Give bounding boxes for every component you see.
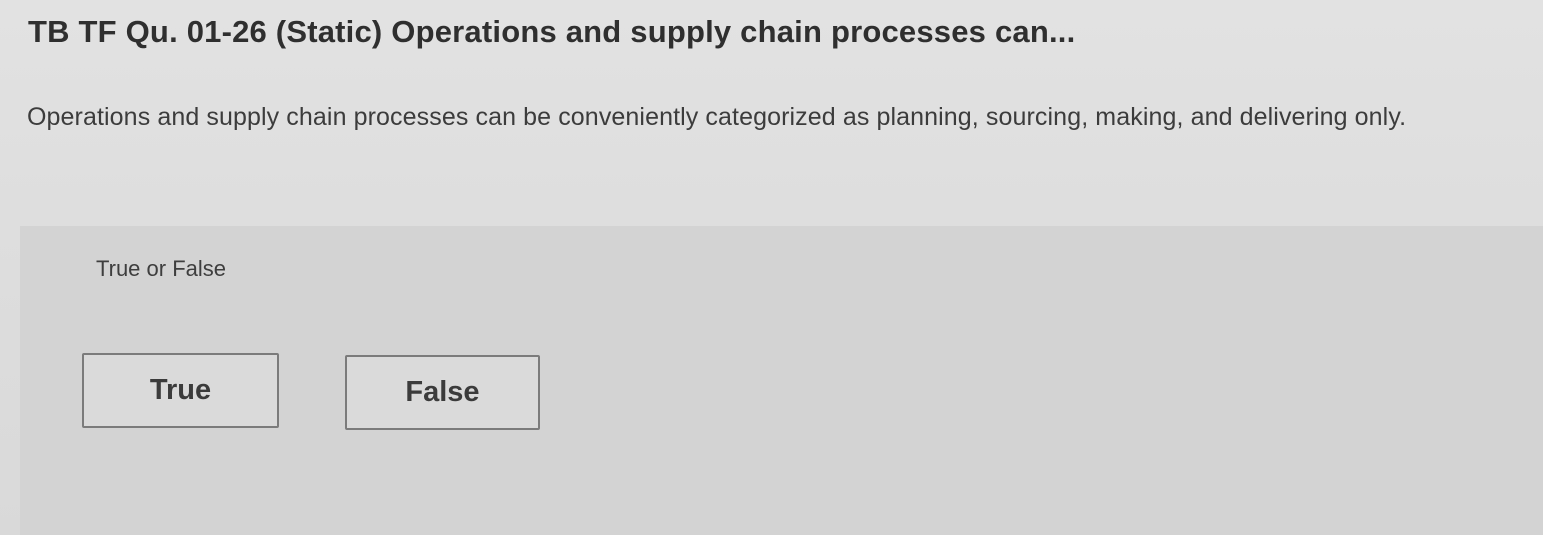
question-text: Operations and supply chain processes ca… bbox=[27, 103, 1407, 131]
answer-panel: True or False True False bbox=[20, 226, 1543, 535]
false-button[interactable]: False bbox=[345, 355, 540, 430]
answer-type-label: True or False bbox=[96, 256, 227, 281]
true-button[interactable]: True bbox=[82, 353, 279, 428]
quiz-page: TB TF Qu. 01-26 (Static) Operations and … bbox=[0, 0, 1543, 535]
question-title: TB TF Qu. 01-26 (Static) Operations and … bbox=[28, 14, 1076, 49]
